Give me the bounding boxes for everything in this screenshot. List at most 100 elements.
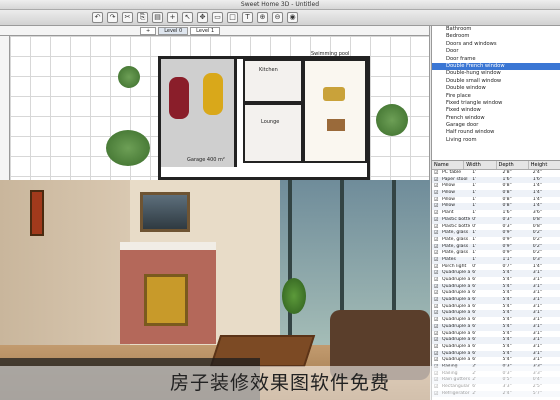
visible-checkbox[interactable]: ☑: [432, 264, 440, 271]
pan-icon[interactable]: ✥: [197, 12, 208, 23]
visible-checkbox[interactable]: ☑: [432, 270, 440, 277]
garage-room[interactable]: Garage 400 m²: [161, 59, 237, 167]
pool-room[interactable]: Swimming pool: [303, 51, 367, 163]
kitchen-room[interactable]: Kitchen: [243, 59, 303, 103]
visible-checkbox[interactable]: ☑: [432, 177, 440, 184]
visible-checkbox[interactable]: ☑: [432, 224, 440, 231]
catalog-item[interactable]: Double-hung window: [432, 70, 560, 77]
catalog-item[interactable]: Doors and windows: [432, 41, 560, 48]
text-icon[interactable]: T: [242, 12, 253, 23]
table-row[interactable]: ☑Quadruple appli...6' 5'4" 3'1": [432, 337, 560, 344]
catalog-item[interactable]: Fire place: [432, 93, 560, 100]
table-row[interactable]: ☑ Pillow 1' 0'8" 1'4": [432, 183, 560, 190]
catalog-item[interactable]: Door: [432, 48, 560, 55]
table-row[interactable]: ☑ Paper stool 1' 1'6" 1'6": [432, 176, 560, 184]
visible-checkbox[interactable]: ☑: [432, 183, 440, 190]
tab-level[interactable]: Level 0: [158, 27, 189, 35]
table-row[interactable]: ☑Quadruple appli...6' 5'4" 3'1": [432, 344, 560, 351]
visible-checkbox[interactable]: ☑: [432, 290, 440, 297]
table-row[interactable]: ☑Quadruple appli...6' 5'4" 3'1": [432, 297, 560, 304]
visible-checkbox[interactable]: ☑: [432, 284, 440, 291]
table-row[interactable]: ☑Quadruple appli...6' 5'4" 3'1": [432, 310, 560, 318]
visible-checkbox[interactable]: ☑: [432, 277, 440, 284]
paste-icon[interactable]: ▤: [152, 12, 163, 23]
table-row[interactable]: ☑Quadruple appli...6' 5'4" 3'1": [432, 290, 560, 297]
cut-icon[interactable]: ✂: [122, 12, 133, 23]
table-row[interactable]: ☑ Plastic bottle 0' 0'3" 0'8": [432, 216, 560, 224]
copy-icon[interactable]: ⎘: [137, 12, 148, 23]
catalog-item[interactable]: Door frame: [432, 56, 560, 63]
catalog-item[interactable]: Double small window: [432, 78, 560, 85]
catalog-item[interactable]: Half round window: [432, 129, 560, 136]
visible-checkbox[interactable]: ☑: [432, 324, 440, 331]
undo-icon[interactable]: ↶: [92, 12, 103, 23]
lounge-room[interactable]: Lounge: [243, 103, 303, 163]
catalog-item[interactable]: Fixed triangle window: [432, 100, 560, 107]
visible-checkbox[interactable]: ☑: [432, 210, 440, 217]
table-row[interactable]: ☑Quadruple appli...6' 5'4" 3'1": [432, 277, 560, 284]
visible-checkbox[interactable]: ☑: [432, 351, 440, 358]
table-row[interactable]: ☑Quadruple appli...6' 5'4" 3'1": [432, 350, 560, 358]
catalog-item[interactable]: French window: [432, 115, 560, 122]
visible-checkbox[interactable]: ☑: [432, 257, 440, 264]
table-row[interactable]: ☑ Pillow 1' 0'8" 1'4": [432, 190, 560, 197]
table-row[interactable]: ☑Quadruple appli...6' 5'4" 3'1": [432, 317, 560, 324]
visible-checkbox[interactable]: ☑: [432, 331, 440, 338]
room-icon[interactable]: □: [227, 12, 238, 23]
visible-checkbox[interactable]: ☑: [432, 190, 440, 197]
catalog-item[interactable]: Bathroom: [432, 26, 560, 33]
wall-icon[interactable]: ▭: [212, 12, 223, 23]
visible-checkbox[interactable]: ☑: [432, 217, 440, 224]
visible-checkbox[interactable]: ☑: [432, 230, 440, 237]
table-row[interactable]: ☑Quadruple appli...6' 5'4" 3'1": [432, 331, 560, 338]
visible-checkbox[interactable]: ☑: [432, 304, 440, 311]
select-icon[interactable]: ↖: [182, 12, 193, 23]
camera-icon[interactable]: ◉: [287, 12, 298, 23]
visible-checkbox[interactable]: ☑: [432, 170, 440, 177]
visible-checkbox[interactable]: ☑: [432, 203, 440, 210]
catalog-item[interactable]: Double French window: [432, 62, 560, 71]
visible-checkbox[interactable]: ☑: [432, 250, 440, 257]
visible-checkbox[interactable]: ☑: [432, 337, 440, 344]
visible-checkbox[interactable]: ☑: [432, 357, 440, 364]
visible-checkbox[interactable]: ☑: [432, 344, 440, 351]
table-row[interactable]: ☑ Plastic bottle 0' 0'3" 0'8": [432, 224, 560, 231]
catalog-item[interactable]: Fixed window: [432, 107, 560, 114]
visible-checkbox[interactable]: ☑: [432, 244, 440, 251]
table-row[interactable]: ☑Plate, glass a...1' 0'9" 0'2": [432, 243, 560, 251]
tab-level[interactable]: Level 1: [190, 27, 221, 35]
plan-view[interactable]: + Level 0 Level 1 Garage 400 m² Kitchen Lo…: [0, 26, 430, 180]
table-row[interactable]: ☑ Pillow 1' 0'8" 1'4": [432, 197, 560, 204]
visible-checkbox[interactable]: ☑: [432, 310, 440, 317]
visible-checkbox[interactable]: ☑: [432, 297, 440, 304]
visible-checkbox[interactable]: ☑: [432, 197, 440, 204]
column-header[interactable]: Name: [432, 161, 465, 169]
redo-icon[interactable]: ↷: [107, 12, 118, 23]
table-row[interactable]: ☑ Porch light 0' 0'7" 1'4": [432, 264, 560, 271]
zoom-in-icon[interactable]: ⊕: [257, 12, 268, 23]
table-row[interactable]: ☑Quadruple appli...6' 5'4" 3'1": [432, 283, 560, 291]
furniture-catalog[interactable]: Bathroom Bedroom Doors and windows Door Door…: [432, 26, 560, 160]
catalog-item[interactable]: Bedroom: [432, 33, 560, 40]
table-row[interactable]: ☑Plate, glass a...1' 0'9" 0'2": [432, 237, 560, 244]
table-row[interactable]: ☑Quadruple appli...6' 5'4" 3'1": [432, 357, 560, 364]
table-row[interactable]: ☑Plate, glass a...1' 0'9" 0'2": [432, 250, 560, 257]
house-floor-plan[interactable]: Garage 400 m² Kitchen Lounge Swimming po…: [158, 51, 370, 180]
table-row[interactable]: ☑Plate, glass a...1' 0'9" 0'2": [432, 230, 560, 237]
zoom-out-icon[interactable]: ⊖: [272, 12, 283, 23]
add-icon[interactable]: +: [167, 12, 178, 23]
table-row[interactable]: ☑Quadruple appli...6' 5'4" 3'1": [432, 323, 560, 331]
table-row[interactable]: ☑ PC table 1' 2'8" 2'4": [432, 170, 560, 177]
table-row[interactable]: ☑ Plates 1' 1'1" 0'3": [432, 256, 560, 264]
table-row[interactable]: ☑Quadruple appli...6' 5'4" 3'1": [432, 304, 560, 311]
table-row[interactable]: ☑ Pillow 1' 0'8" 1'4": [432, 203, 560, 211]
catalog-item[interactable]: Garage door: [432, 122, 560, 129]
visible-checkbox[interactable]: ☑: [432, 237, 440, 244]
column-header[interactable]: Height: [529, 161, 560, 169]
tab-level[interactable]: +: [140, 27, 157, 35]
column-header[interactable]: Width: [464, 161, 497, 169]
column-header[interactable]: Depth: [497, 161, 529, 169]
catalog-item[interactable]: Double window: [432, 85, 560, 92]
table-row[interactable]: ☑Quadruple appli...6' 5'4" 3'1": [432, 270, 560, 277]
table-row[interactable]: ☑ Plant 1' 1'6" 3'6": [432, 210, 560, 217]
